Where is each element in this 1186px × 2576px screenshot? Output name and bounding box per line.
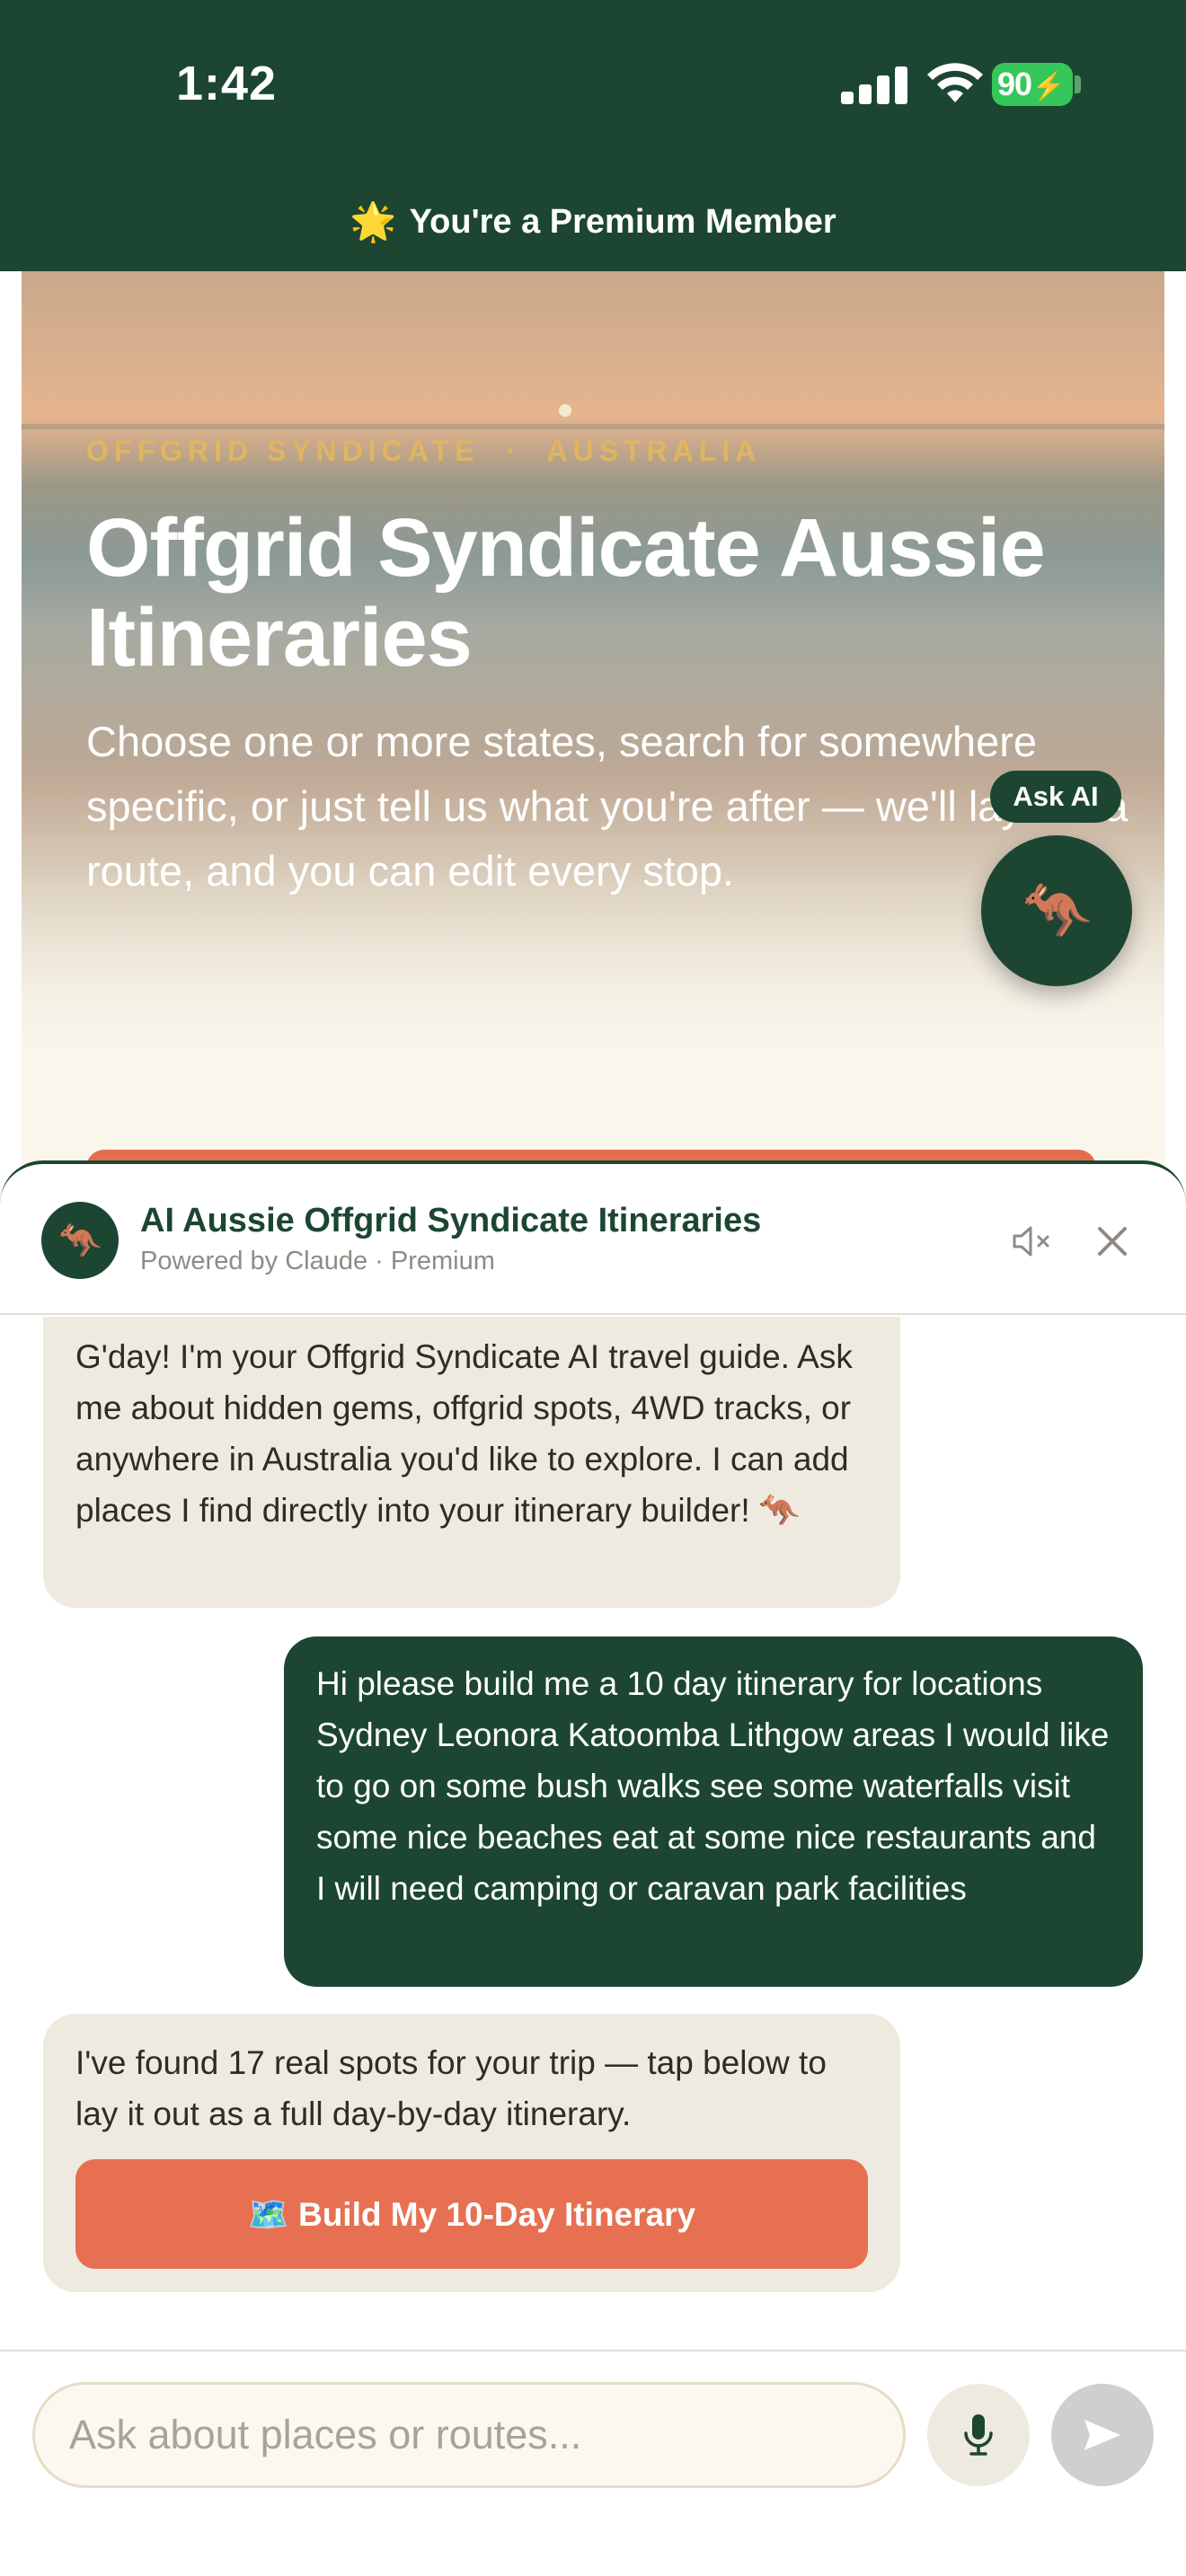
- kangaroo-icon: 🦘: [1021, 878, 1093, 943]
- chat-composer: [0, 2350, 1186, 2576]
- wifi-icon: [927, 63, 983, 102]
- mute-button[interactable]: [1006, 1214, 1060, 1268]
- cellular-signal-icon: [841, 65, 913, 104]
- hero-description: Choose one or more states, search for so…: [86, 718, 1128, 895]
- kangaroo-icon: 🦘: [58, 1221, 102, 1261]
- message-text: G'day! I'm your Offgrid Syndicate AI tra…: [75, 1338, 853, 1529]
- status-icons: 90⚡: [827, 0, 1186, 117]
- microphone-icon: [964, 2414, 993, 2456]
- ask-ai-button[interactable]: 🦘: [981, 835, 1132, 986]
- chat-header: 🦘 AI Aussie Offgrid Syndicate Itinerarie…: [0, 1164, 1186, 1315]
- avatar: 🦘: [41, 1202, 119, 1279]
- assistant-message: I've found 17 real spots for your trip —…: [43, 2014, 900, 2292]
- message-text: Hi please build me a 10 day itinerary fo…: [316, 1665, 1110, 1907]
- hero-kicker: OFFGRID SYNDICATE · AUSTRALIA: [86, 435, 762, 467]
- message-text: I've found 17 real spots for your trip —…: [75, 2044, 827, 2132]
- user-message: Hi please build me a 10 day itinerary fo…: [284, 1636, 1143, 1987]
- map-icon: 🗺️: [247, 2195, 289, 2233]
- premium-banner[interactable]: 🌟 You're a Premium Member: [0, 190, 1186, 253]
- microphone-button[interactable]: [927, 2384, 1030, 2486]
- build-itinerary-button[interactable]: 🗺️ Build My 10-Day Itinerary: [75, 2159, 868, 2269]
- chat-messages[interactable]: G'day! I'm your Offgrid Syndicate AI tra…: [0, 1317, 1186, 2350]
- close-icon: [1098, 1227, 1127, 1256]
- star-icon: 🌟: [350, 199, 397, 243]
- battery-charging-icon: 90⚡: [992, 63, 1073, 106]
- top-bar: 1:42 90⚡ 🌟 You're a Premium Member: [0, 0, 1186, 271]
- close-button[interactable]: [1085, 1214, 1139, 1268]
- chat-input[interactable]: [32, 2382, 906, 2488]
- hero-section: OFFGRID SYNDICATE · AUSTRALIA Offgrid Sy…: [22, 271, 1164, 1169]
- chat-subtitle: Powered by Claude · Premium: [140, 1247, 495, 1275]
- status-time: 1:42: [176, 57, 278, 110]
- premium-banner-text: You're a Premium Member: [409, 202, 836, 241]
- ask-ai-label[interactable]: Ask AI: [990, 771, 1121, 823]
- battery-level: 90: [997, 66, 1032, 102]
- assistant-message: G'day! I'm your Offgrid Syndicate AI tra…: [43, 1317, 900, 1608]
- chat-title: AI Aussie Offgrid Syndicate Itineraries: [140, 1202, 762, 1239]
- send-icon: [1084, 2420, 1120, 2450]
- ai-chat-sheet: 🦘 AI Aussie Offgrid Syndicate Itinerarie…: [0, 1160, 1186, 2576]
- speaker-muted-icon: [1013, 1226, 1049, 1257]
- hero-title: Offgrid Syndicate Aussie Itineraries: [86, 502, 1046, 684]
- send-button[interactable]: [1051, 2384, 1154, 2486]
- build-itinerary-label: Build My 10-Day Itinerary: [297, 2195, 696, 2233]
